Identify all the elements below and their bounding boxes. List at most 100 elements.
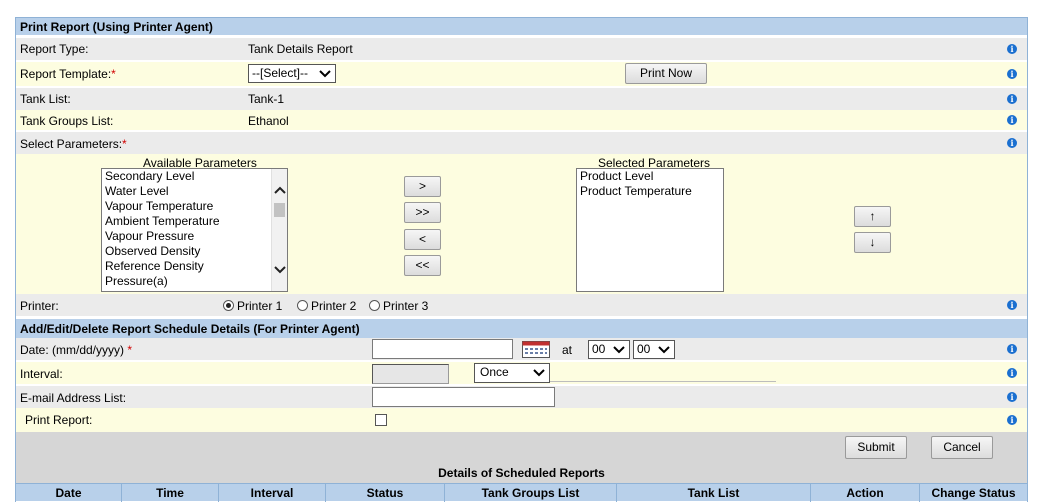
print-report-row: Print Report: i <box>16 408 1027 432</box>
email-input[interactable] <box>372 387 555 407</box>
info-icon[interactable]: i <box>1007 344 1017 354</box>
at-label: at <box>562 343 573 357</box>
cancel-button[interactable]: Cancel <box>931 436 993 459</box>
selected-params-list[interactable]: Product Level Product Temperature <box>576 168 724 292</box>
column-header-time: Time <box>121 484 218 502</box>
column-header-tank-groups: Tank Groups List <box>444 484 616 502</box>
interval-label: Interval: <box>20 367 63 381</box>
list-item[interactable]: Secondary Level <box>102 169 287 184</box>
tank-groups-value: Ethanol <box>248 114 289 128</box>
hour-value: 00 <box>592 342 606 356</box>
date-row: Date: (mm/dd/yyyy) * at 00 00 i <box>16 338 1027 360</box>
print-report-label: Print Report: <box>25 413 93 427</box>
list-item[interactable]: Vapour Temperature <box>102 199 287 214</box>
info-icon[interactable]: i <box>1007 300 1017 310</box>
printer-label: Printer: <box>20 299 59 313</box>
list-item[interactable]: Pressure(a) <box>102 274 287 289</box>
list-item[interactable]: Ambient Temperature <box>102 214 287 229</box>
minute-value: 00 <box>637 342 651 356</box>
interval-value: Once <box>480 365 509 379</box>
interval-count-input <box>372 364 449 384</box>
required-marker: * <box>111 67 116 81</box>
interval-row: Interval: Once i <box>16 362 1027 384</box>
scheduled-reports-title: Details of Scheduled Reports <box>438 466 605 480</box>
report-type-value: Tank Details Report <box>248 42 353 56</box>
info-icon[interactable]: i <box>1007 115 1017 125</box>
radio-button[interactable] <box>297 300 308 311</box>
column-header-date: Date <box>55 486 82 500</box>
chevron-down-icon <box>533 369 545 377</box>
print-report-panel: Print Report (Using Printer Agent) Repor… <box>15 17 1028 502</box>
scheduled-table-header: Date Time Interval Status Tank Groups Li… <box>16 483 1027 502</box>
tank-groups-label: Tank Groups List: <box>20 114 114 128</box>
interval-select[interactable]: Once <box>474 363 550 383</box>
select-params-row: Select Parameters:* i <box>16 132 1027 154</box>
printer-option-1[interactable]: Printer 1 <box>223 299 282 313</box>
select-params-label: Select Parameters:* <box>20 137 127 151</box>
date-input[interactable] <box>372 339 513 359</box>
tank-list-value: Tank-1 <box>248 92 285 106</box>
chevron-up-icon[interactable] <box>274 185 286 195</box>
hour-select[interactable]: 00 <box>588 340 630 359</box>
tank-groups-row: Tank Groups List: Ethanol i <box>16 110 1027 130</box>
chevron-down-icon <box>658 346 670 354</box>
info-icon[interactable]: i <box>1007 94 1017 104</box>
printer-option-2[interactable]: Printer 2 <box>297 299 356 313</box>
move-all-right-button[interactable]: >> <box>404 202 441 223</box>
report-type-label: Report Type: <box>20 42 89 56</box>
printer-option-3[interactable]: Printer 3 <box>369 299 428 313</box>
move-all-left-button[interactable]: << <box>404 255 441 276</box>
scrollbar-thumb[interactable] <box>274 203 285 217</box>
move-up-button[interactable]: ↑ <box>854 206 891 227</box>
email-row: E-mail Address List: i <box>16 386 1027 408</box>
required-marker: * <box>127 343 133 357</box>
chevron-down-icon[interactable] <box>274 265 286 275</box>
print-report-checkbox[interactable] <box>375 414 387 426</box>
move-left-button[interactable]: < <box>404 229 441 250</box>
radio-button[interactable] <box>223 300 234 311</box>
list-item[interactable]: Observed Density <box>102 244 287 259</box>
print-now-button[interactable]: Print Now <box>625 63 707 84</box>
tank-list-label: Tank List: <box>20 92 71 106</box>
report-template-select[interactable]: --[Select]-- <box>248 64 336 83</box>
report-type-row: Report Type: Tank Details Report i <box>16 38 1027 60</box>
column-header-change-status: Change Status <box>919 484 1027 502</box>
email-label: E-mail Address List: <box>20 391 127 405</box>
available-params-list[interactable]: Secondary Level Water Level Vapour Tempe… <box>101 168 288 292</box>
list-item[interactable]: Product Temperature <box>577 184 723 199</box>
minute-select[interactable]: 00 <box>633 340 675 359</box>
column-header-interval: Interval <box>218 484 325 502</box>
list-item[interactable]: Reference Density <box>102 259 287 274</box>
submit-button[interactable]: Submit <box>845 436 907 459</box>
report-template-label: Report Template:* <box>20 67 116 81</box>
list-item[interactable]: Vapour Pressure <box>102 229 287 244</box>
calendar-icon[interactable] <box>522 341 550 358</box>
print-section-header: Print Report (Using Printer Agent) <box>16 18 1027 35</box>
info-icon[interactable]: i <box>1007 368 1017 378</box>
move-right-button[interactable]: > <box>404 176 441 197</box>
chevron-down-icon <box>613 346 625 354</box>
list-scrollbar[interactable] <box>271 169 287 291</box>
info-icon[interactable]: i <box>1007 44 1017 54</box>
list-item[interactable]: Product Level <box>577 169 723 184</box>
info-icon[interactable]: i <box>1007 138 1017 148</box>
info-icon[interactable]: i <box>1007 415 1017 425</box>
report-template-row: Report Template:* --[Select]-- Print Now… <box>16 62 1027 86</box>
schedule-section-header: Add/Edit/Delete Report Schedule Details … <box>16 319 1027 338</box>
print-section-title: Print Report (Using Printer Agent) <box>20 20 213 34</box>
column-header-action: Action <box>810 484 919 502</box>
column-header-tank-list: Tank List <box>616 484 810 502</box>
schedule-actions-bar: Submit Cancel Details of Scheduled Repor… <box>16 432 1027 483</box>
required-marker: * <box>122 137 127 151</box>
list-item[interactable]: Water Level <box>102 184 287 199</box>
info-icon[interactable]: i <box>1007 69 1017 79</box>
parameters-picker: Available Parameters Secondary Level Wat… <box>16 154 1027 294</box>
schedule-section-title: Add/Edit/Delete Report Schedule Details … <box>20 322 360 336</box>
info-icon[interactable]: i <box>1007 392 1017 402</box>
radio-button[interactable] <box>369 300 380 311</box>
move-down-button[interactable]: ↓ <box>854 232 891 253</box>
date-label: Date: (mm/dd/yyyy) * <box>20 343 133 357</box>
tank-list-row: Tank List: Tank-1 i <box>16 88 1027 110</box>
chevron-down-icon <box>319 70 331 78</box>
report-template-selected: --[Select]-- <box>252 66 309 80</box>
